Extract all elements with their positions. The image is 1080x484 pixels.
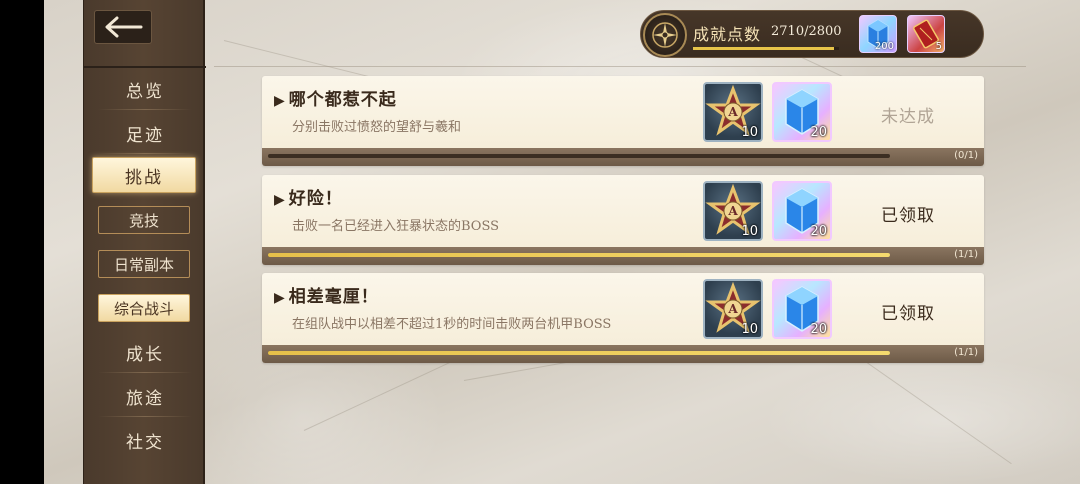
progress-track <box>268 253 890 257</box>
reward-count: 20 <box>810 125 827 140</box>
achievement-card[interactable]: ▶ 哪个都惹不起 分别击败过愤怒的望舒与羲和 A 10 20 未达成 (0/1) <box>262 76 984 166</box>
reward-blue-crystal[interactable]: 20 <box>772 279 832 339</box>
sidebar-subitem-daily-dungeon[interactable]: 日常副本 <box>98 250 190 278</box>
compass-emblem-icon <box>643 13 687 57</box>
progress-track <box>268 351 890 355</box>
achievement-description: 击败一名已经进入狂暴状态的BOSS <box>292 219 500 234</box>
back-button[interactable] <box>94 10 152 44</box>
achievement-status: 未达成 <box>881 107 935 127</box>
achievement-description: 在组队战中以相差不超过1秒的时间击败两台机甲BOSS <box>292 317 612 332</box>
reward-blue-crystal[interactable]: 20 <box>772 82 832 142</box>
reward-count: 5 <box>935 41 942 52</box>
achievement-card[interactable]: ▶ 好险！ 击败一名已经进入狂暴状态的BOSS A 10 20 已领取 (1/1) <box>262 175 984 265</box>
achievement-progress-bar: (0/1) <box>262 148 984 166</box>
svg-text:A: A <box>727 302 738 316</box>
achievement-points-bar: 成就点数 2710/2800 200 5 <box>640 10 984 58</box>
points-reward-scroll[interactable]: 5 <box>907 15 945 53</box>
svg-text:A: A <box>727 105 738 119</box>
points-label: 成就点数 <box>693 25 762 44</box>
points-value: 2710/2800 <box>771 24 842 39</box>
achievement-progress-bar: (1/1) <box>262 247 984 265</box>
sidebar-item-label: 社交 <box>126 432 164 453</box>
sidebar-item-overview[interactable]: 总览 <box>84 68 206 110</box>
reward-blue-crystal[interactable]: 20 <box>772 181 832 241</box>
achievement-progress-bar: (1/1) <box>262 345 984 363</box>
progress-fill <box>268 253 890 257</box>
achievement-card[interactable]: ▶ 相差毫厘！ 在组队战中以相差不超过1秒的时间击败两台机甲BOSS A 10 2… <box>262 273 984 363</box>
achievement-description: 分别击败过愤怒的望舒与羲和 <box>292 120 462 135</box>
achievement-title: ▶ 哪个都惹不起 <box>274 90 397 110</box>
progress-track <box>268 154 890 158</box>
header-divider <box>214 66 1026 67</box>
sidebar-subitem-arena[interactable]: 竞技 <box>98 206 190 234</box>
points-reward-crystal[interactable]: 200 <box>859 15 897 53</box>
svg-text:A: A <box>727 204 738 218</box>
reward-star-medal[interactable]: A 10 <box>703 181 763 241</box>
sidebar-item-label: 挑战 <box>125 167 163 188</box>
sidebar-item-footprints[interactable]: 足迹 <box>84 112 206 154</box>
sidebar-item-label: 综合战斗 <box>113 299 174 318</box>
screen-edge <box>0 0 44 484</box>
back-arrow-icon <box>105 16 143 38</box>
progress-text: (1/1) <box>954 347 978 358</box>
reward-count: 10 <box>741 125 758 140</box>
sidebar-item-label: 成长 <box>126 344 164 365</box>
sidebar-item-label: 日常副本 <box>113 255 174 274</box>
sidebar-item-label: 足迹 <box>126 125 164 146</box>
sidebar: 总览 足迹 挑战 竞技 日常副本 综合战斗 成长 旅途 社交 <box>83 0 206 484</box>
reward-star-medal[interactable]: A 10 <box>703 82 763 142</box>
points-progress-track <box>693 47 839 50</box>
sidebar-item-label: 旅途 <box>126 388 164 409</box>
achievement-status: 已领取 <box>881 206 935 226</box>
achievement-title: ▶ 好险！ <box>274 189 343 209</box>
sidebar-item-growth[interactable]: 成长 <box>84 331 206 373</box>
sidebar-item-label: 总览 <box>126 81 164 102</box>
reward-count: 200 <box>874 41 894 52</box>
points-progress-fill <box>693 47 835 50</box>
progress-fill <box>268 351 890 355</box>
progress-text: (0/1) <box>954 150 978 161</box>
progress-text: (1/1) <box>954 249 978 260</box>
sidebar-item-social[interactable]: 社交 <box>84 419 206 461</box>
reward-count: 20 <box>810 224 827 239</box>
sidebar-item-challenge[interactable]: 挑战 <box>92 157 196 193</box>
reward-count: 10 <box>741 224 758 239</box>
reward-count: 20 <box>810 322 827 337</box>
achievement-title: ▶ 相差毫厘！ <box>274 287 379 307</box>
sidebar-subitem-combined-battle[interactable]: 综合战斗 <box>98 294 190 322</box>
achievement-status: 已领取 <box>881 304 935 324</box>
reward-star-medal[interactable]: A 10 <box>703 279 763 339</box>
sidebar-item-label: 竞技 <box>128 211 159 230</box>
sidebar-item-journey[interactable]: 旅途 <box>84 375 206 417</box>
reward-count: 10 <box>741 322 758 337</box>
